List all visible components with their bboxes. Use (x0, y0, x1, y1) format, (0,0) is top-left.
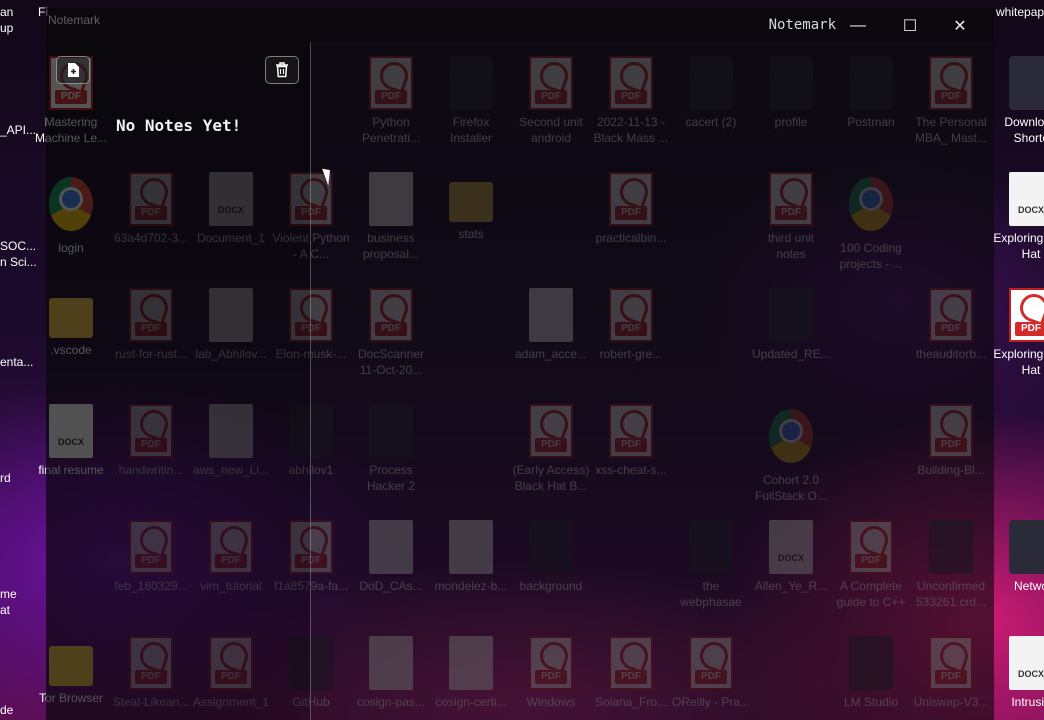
partial-top-label: an (0, 5, 14, 19)
maximize-icon: ☐ (902, 18, 918, 35)
new-file-icon (68, 63, 79, 77)
generic-file-icon (1009, 520, 1044, 574)
desktop-icon[interactable]: Netwo (992, 520, 1044, 594)
minimize-icon: — (850, 17, 866, 34)
new-note-button[interactable] (56, 56, 90, 84)
generic-file-icon (1009, 56, 1044, 110)
left-edge-label: up (0, 21, 14, 35)
desktop-icon-label: Download Shortc (1004, 115, 1044, 145)
desktop-icon[interactable]: Intrusio (992, 636, 1044, 710)
desktop-icon[interactable]: Exploring Red Hat (992, 288, 1044, 378)
title-bar[interactable]: Notemark Notemark — ☐ ✕ (46, 8, 994, 42)
ghost-title: Notemark (48, 13, 101, 27)
left-edge-label: SOC... (0, 239, 37, 253)
desktop-icon-label: Intrusio (1011, 695, 1044, 709)
notes-sidebar: No Notes Yet! (46, 42, 311, 720)
desktop-icon[interactable]: Exploring Red Hat (992, 172, 1044, 262)
maximize-button[interactable]: ☐ (888, 14, 932, 38)
close-button[interactable]: ✕ (938, 14, 982, 38)
delete-note-button[interactable] (265, 56, 299, 84)
left-edge-label: rd (0, 471, 11, 485)
left-edge-label: me (0, 587, 17, 601)
trash-icon (276, 62, 288, 78)
left-edge-label: enta... (0, 355, 34, 369)
notemark-window: Notemark Notemark — ☐ ✕ No Notes Yet! (46, 8, 994, 720)
empty-notes-message: No Notes Yet! (116, 116, 242, 135)
desktop-icon-label: Exploring Red Hat (993, 231, 1044, 261)
left-edge-label: at (0, 603, 11, 617)
close-icon: ✕ (953, 18, 967, 35)
docx-file-icon (1009, 172, 1044, 226)
docx-file-icon (1009, 636, 1044, 690)
left-edge-label: de (0, 703, 14, 717)
minimize-button[interactable]: — (836, 14, 880, 38)
desktop-icon-label: Netwo (1013, 579, 1044, 593)
window-title: Notemark (768, 17, 836, 33)
desktop-icon[interactable]: Download Shortc (992, 56, 1044, 146)
pdf-file-icon (1009, 288, 1044, 342)
left-edge-label: n Sci... (0, 255, 37, 269)
left-edge-label: _API... (0, 123, 37, 137)
partial-top-label: whitepap (996, 5, 1044, 19)
desktop-icon-label: Exploring Red Hat (993, 347, 1044, 377)
